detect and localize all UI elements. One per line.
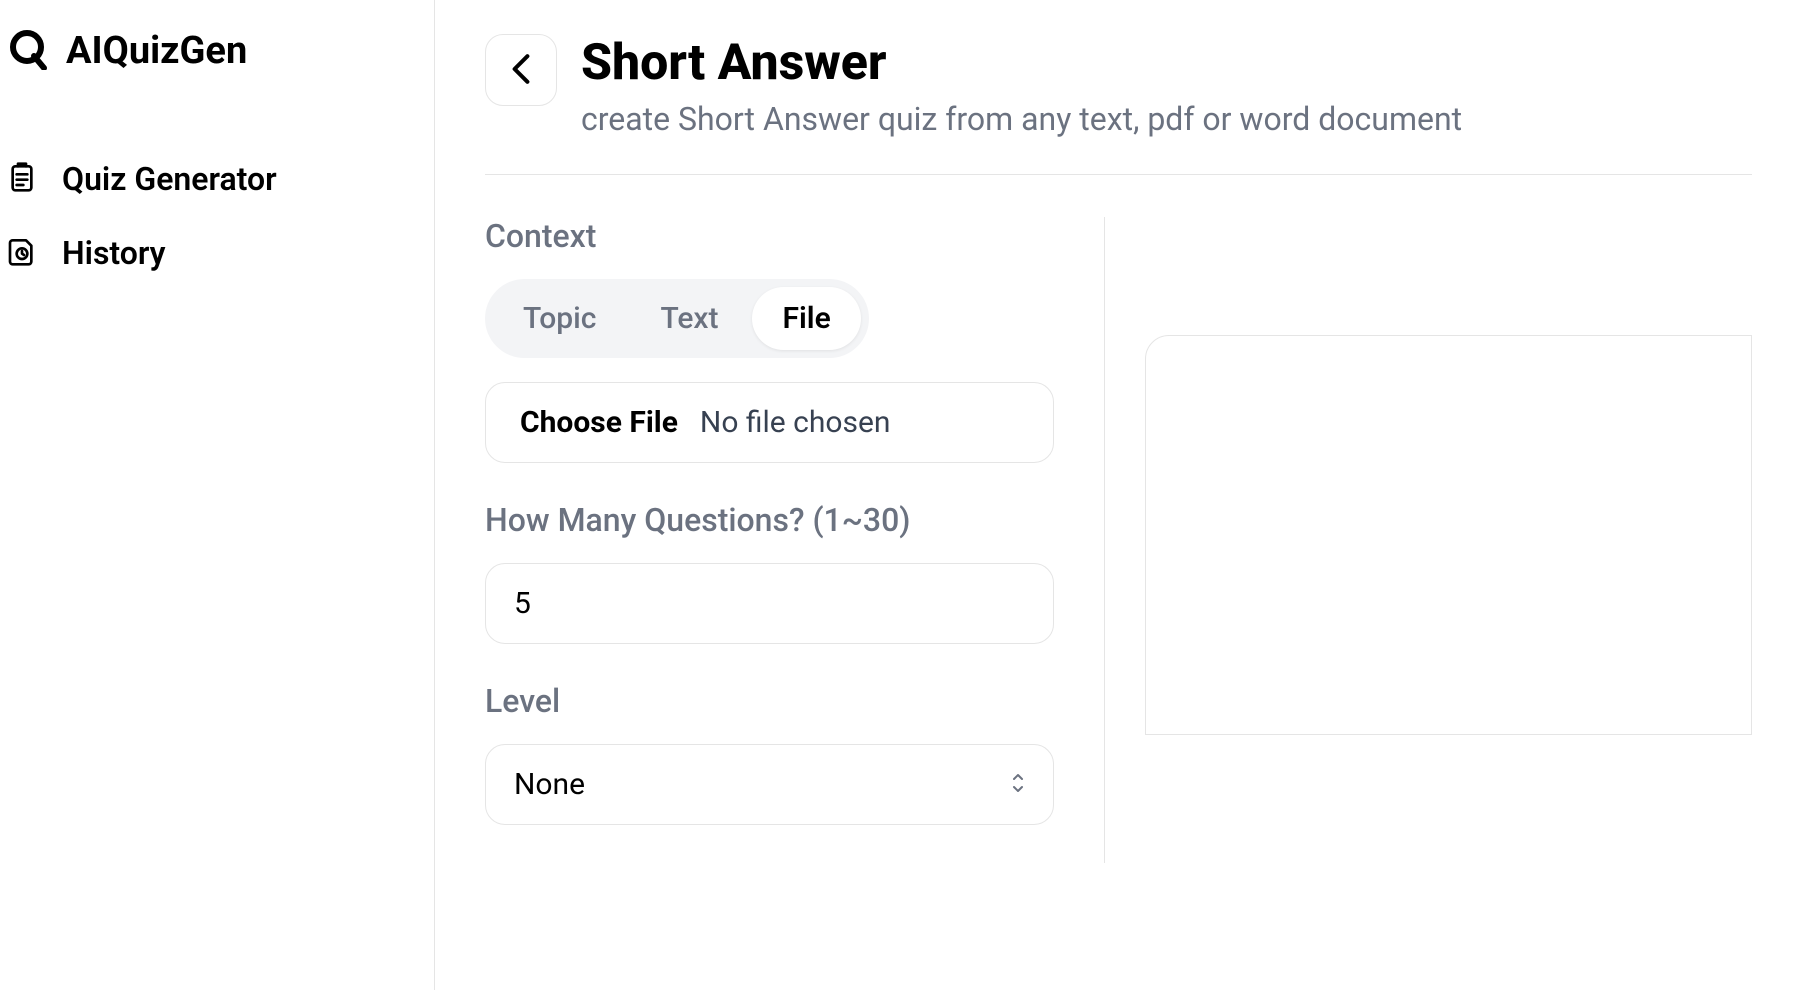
level-select-wrapper: None: [485, 744, 1054, 825]
context-tabs: Topic Text File: [485, 279, 869, 358]
form-area: Context Topic Text File Choose File No f…: [485, 175, 1752, 863]
back-button[interactable]: [485, 34, 557, 106]
logo-text: AIQuizGen: [66, 29, 247, 73]
file-status: No file chosen: [700, 405, 891, 440]
form-left: Context Topic Text File Choose File No f…: [485, 217, 1105, 863]
header-text: Short Answer create Short Answer quiz fr…: [581, 34, 1752, 138]
app-logo[interactable]: AIQuizGen: [0, 28, 434, 74]
sidebar-item-label: Quiz Generator: [62, 160, 277, 198]
preview-box: [1145, 335, 1752, 735]
questions-input[interactable]: [485, 563, 1054, 644]
questions-label: How Many Questions? (1~30): [485, 501, 1054, 539]
tab-text[interactable]: Text: [630, 287, 748, 350]
sidebar-item-quiz-generator[interactable]: Quiz Generator: [0, 142, 434, 216]
file-input[interactable]: Choose File No file chosen: [485, 382, 1054, 463]
level-section: Level None: [485, 682, 1054, 825]
questions-section: How Many Questions? (1~30): [485, 501, 1054, 644]
history-icon: [6, 235, 38, 271]
sidebar-item-history[interactable]: History: [0, 216, 434, 290]
page-title: Short Answer: [581, 34, 1752, 92]
tab-topic[interactable]: Topic: [493, 287, 626, 350]
context-section: Context Topic Text File Choose File No f…: [485, 217, 1054, 463]
sidebar-item-label: History: [62, 234, 166, 272]
chevron-left-icon: [511, 53, 531, 88]
logo-icon: [6, 28, 48, 74]
level-label: Level: [485, 682, 1054, 720]
tab-file[interactable]: File: [752, 287, 860, 350]
level-select[interactable]: None: [485, 744, 1054, 825]
choose-file-button: Choose File: [520, 405, 678, 440]
sidebar: AIQuizGen Quiz Generator History: [0, 0, 435, 990]
context-label: Context: [485, 217, 1054, 255]
main-content: Short Answer create Short Answer quiz fr…: [435, 0, 1802, 990]
page-subtitle: create Short Answer quiz from any text, …: [581, 100, 1752, 138]
page-header: Short Answer create Short Answer quiz fr…: [485, 34, 1752, 175]
form-right: [1145, 217, 1752, 863]
clipboard-icon: [6, 161, 38, 197]
